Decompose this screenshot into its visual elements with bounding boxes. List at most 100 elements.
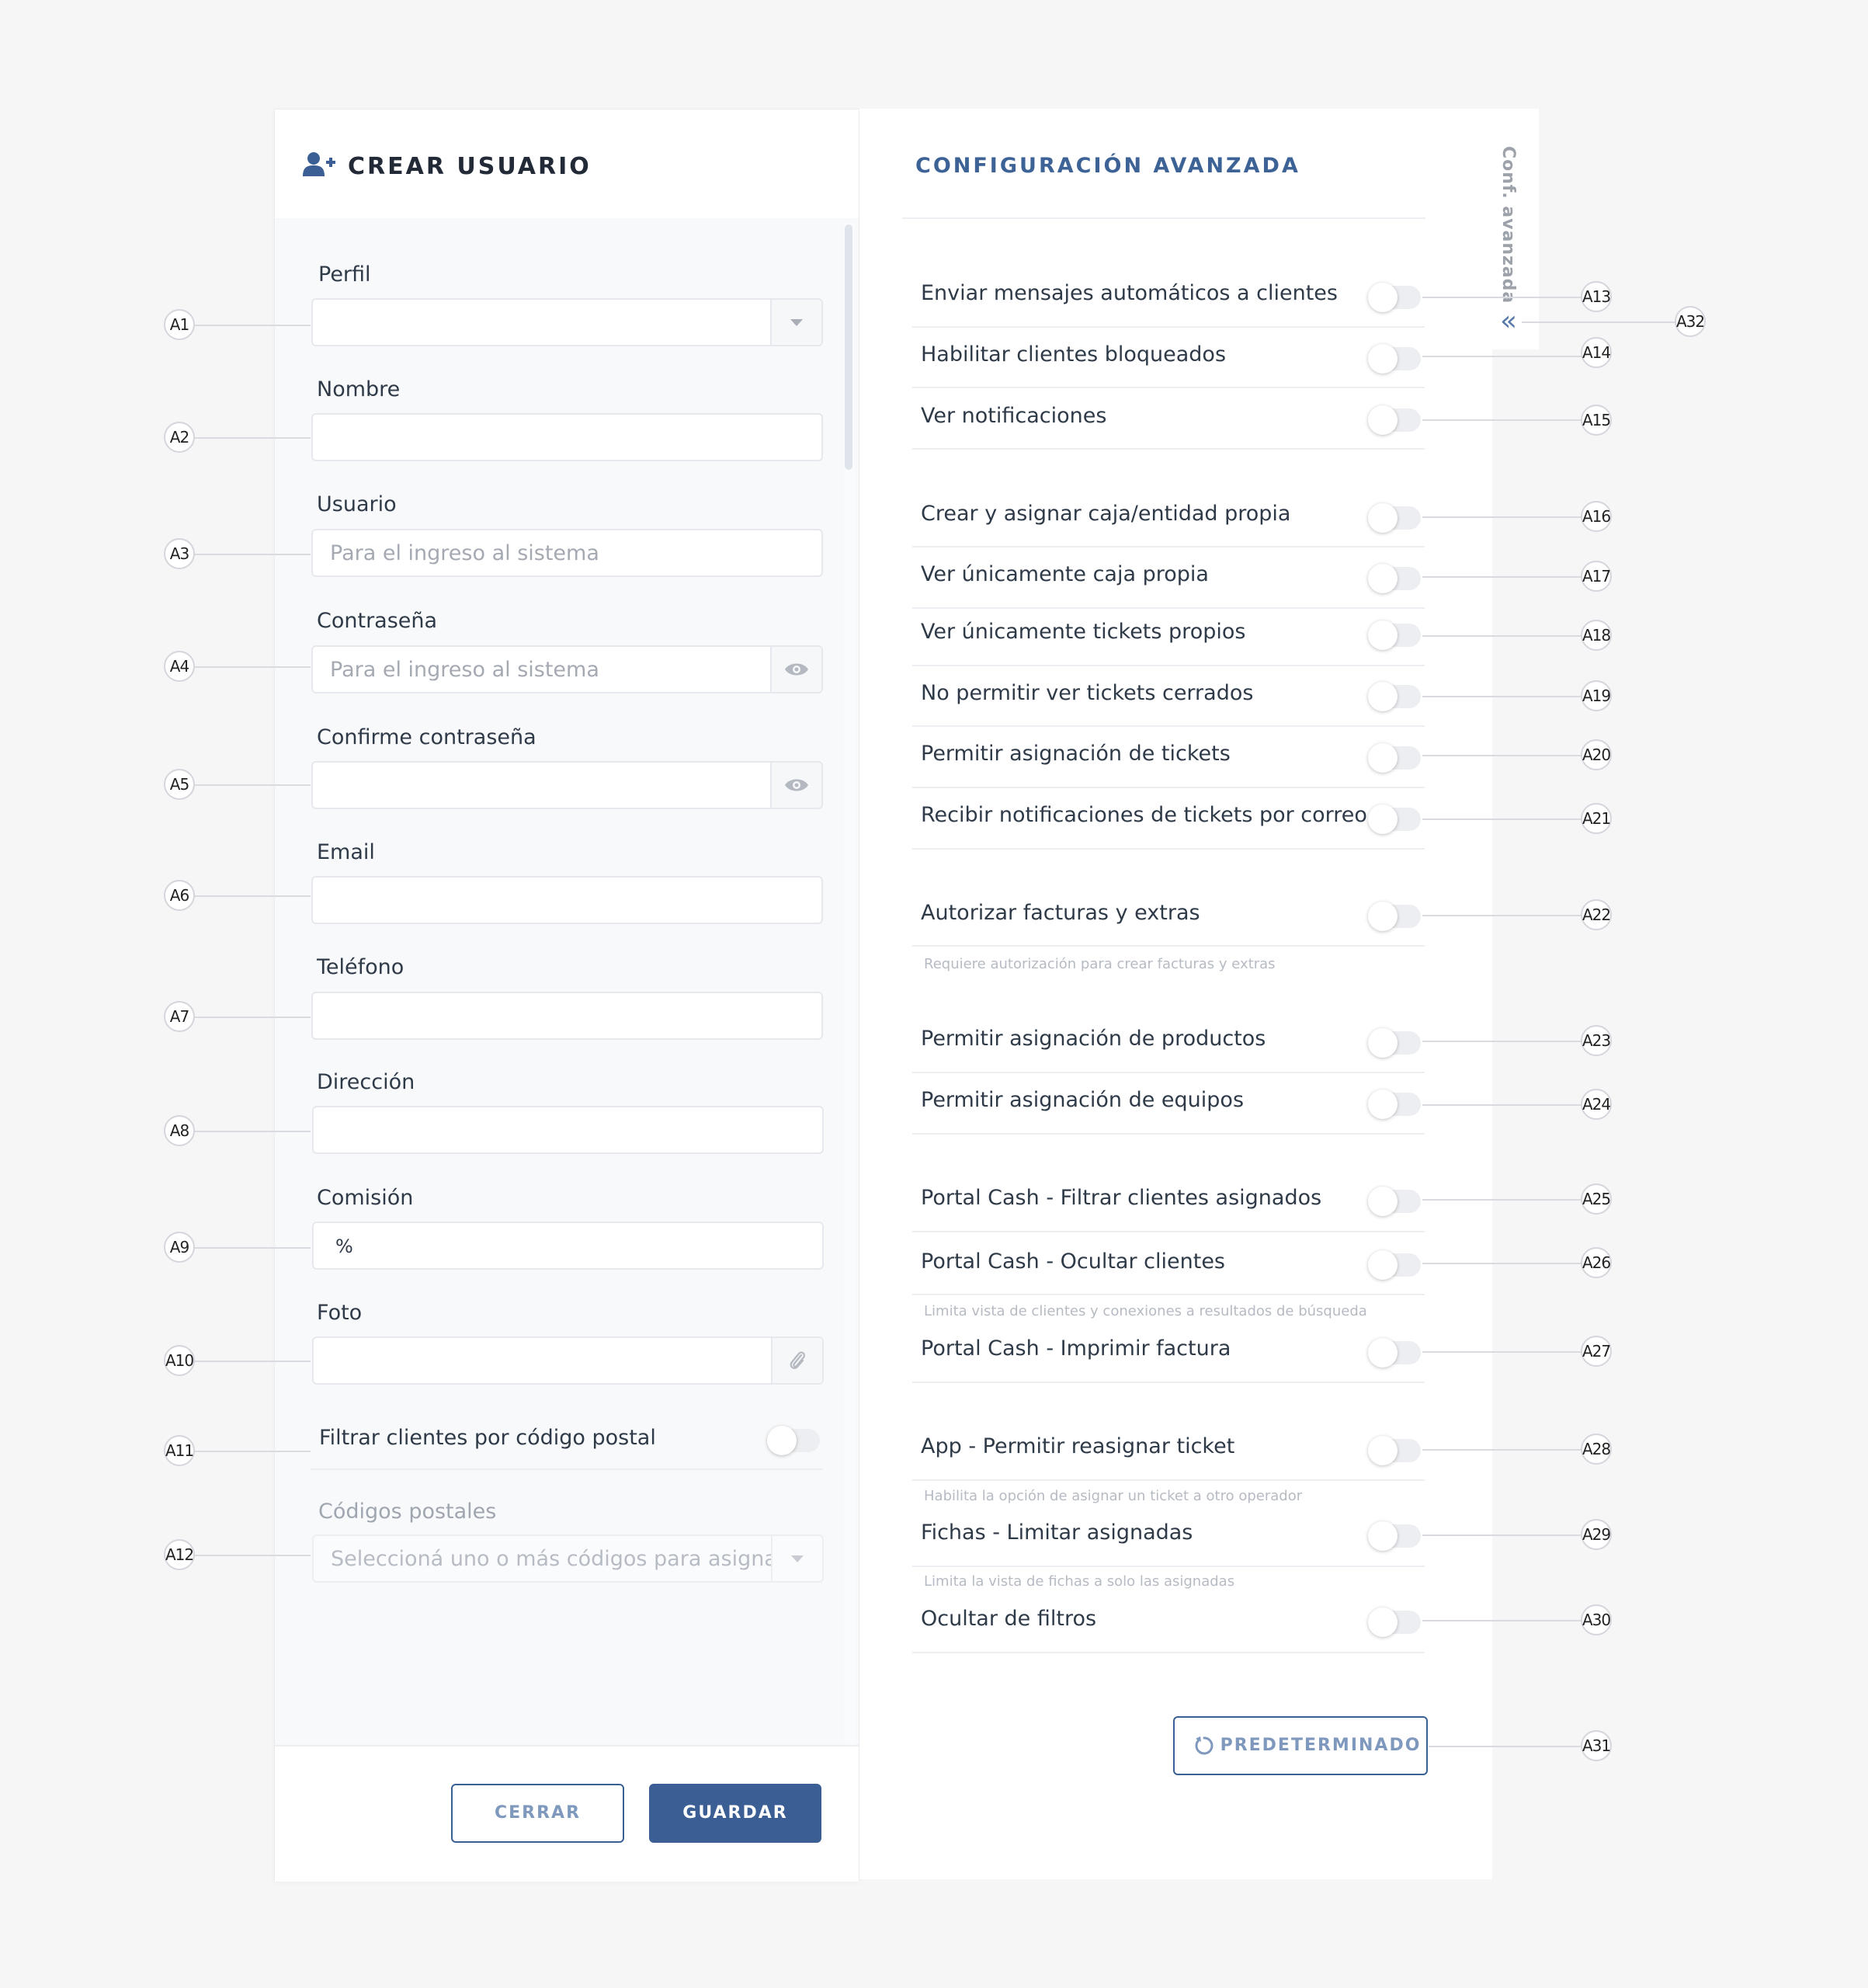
toggle-knob — [1368, 1090, 1398, 1119]
chevron-down-icon — [790, 319, 803, 326]
option-toggle[interactable] — [1368, 1187, 1421, 1216]
usuario-label: Usuario — [317, 492, 397, 516]
comision-input[interactable]: % — [312, 1222, 824, 1270]
confirme-input[interactable] — [311, 761, 823, 809]
advanced-config-tab-label[interactable]: Conf. avanzada — [1498, 146, 1518, 304]
option-label: No permitir ver tickets cerrados — [921, 681, 1254, 705]
option-toggle[interactable] — [1368, 805, 1421, 834]
scrollbar-thumb[interactable] — [845, 224, 852, 470]
callout-line — [194, 437, 311, 439]
callout-badge: A19 — [1581, 680, 1612, 711]
callout-line — [194, 1247, 311, 1249]
option-label: Portal Cash - Ocultar clientes — [921, 1249, 1226, 1274]
option-toggle[interactable] — [1368, 344, 1421, 374]
codigos-label: Códigos postales — [318, 1500, 497, 1524]
eye-icon — [785, 779, 808, 791]
toggle-knob — [1368, 283, 1398, 312]
callout-line — [1422, 1104, 1582, 1106]
option-help-text: Requiere autorización para crear factura… — [924, 956, 1276, 972]
usuario-input[interactable]: Para el ingreso al sistema — [311, 529, 823, 577]
divider — [912, 1133, 1425, 1135]
callout-badge: A9 — [164, 1232, 195, 1263]
toggle-knob — [1368, 682, 1398, 711]
toggle-knob — [1368, 1521, 1398, 1551]
callout-badge: A28 — [1581, 1434, 1612, 1465]
callout-badge: A4 — [164, 651, 195, 682]
email-input[interactable] — [311, 876, 823, 924]
contrasena-input[interactable]: Para el ingreso al sistema — [311, 645, 823, 693]
cerrar-button[interactable]: CERRAR — [451, 1784, 624, 1843]
option-toggle[interactable] — [1368, 1090, 1421, 1119]
nombre-label: Nombre — [317, 377, 401, 401]
collapse-chevrons-icon[interactable]: « — [1500, 308, 1517, 335]
divider — [912, 945, 1425, 947]
option-toggle[interactable] — [1368, 564, 1421, 593]
toggle-knob — [1368, 564, 1398, 593]
user-plus-icon — [303, 152, 335, 176]
direccion-input[interactable] — [312, 1106, 824, 1154]
show-password-button[interactable] — [770, 647, 821, 692]
divider — [912, 1382, 1425, 1383]
divider — [912, 1072, 1425, 1073]
callout-line — [1422, 1263, 1582, 1264]
foto-input[interactable] — [312, 1336, 824, 1385]
guardar-button[interactable]: GUARDAR — [649, 1784, 821, 1843]
codigos-dropdown-toggle[interactable] — [771, 1536, 822, 1581]
option-label: Permitir asignación de productos — [921, 1027, 1266, 1051]
callout-badge: A30 — [1581, 1604, 1612, 1635]
option-toggle[interactable] — [1368, 743, 1421, 773]
email-label: Email — [317, 840, 375, 864]
callout-badge: A8 — [164, 1115, 195, 1146]
callout-line — [194, 895, 311, 897]
codigos-select[interactable]: Seleccioná uno o más códigos para asigna… — [312, 1534, 824, 1583]
option-toggle[interactable] — [1368, 1338, 1421, 1368]
callout-badge: A23 — [1581, 1025, 1612, 1056]
telefono-input[interactable] — [311, 992, 823, 1040]
divider — [912, 387, 1425, 388]
option-toggle[interactable] — [1368, 620, 1421, 650]
callout-line — [1422, 1351, 1582, 1353]
option-label: App - Permitir reasignar ticket — [921, 1434, 1235, 1458]
option-toggle[interactable] — [1368, 1607, 1421, 1637]
nombre-input[interactable] — [311, 413, 823, 461]
callout-line — [194, 1131, 311, 1132]
callout-badge: A20 — [1581, 739, 1612, 770]
callout-line — [1422, 419, 1582, 421]
perfil-select[interactable] — [311, 298, 823, 346]
callout-badge: A16 — [1581, 501, 1612, 532]
option-toggle[interactable] — [1368, 283, 1421, 312]
callout-line — [1422, 1041, 1582, 1042]
option-toggle[interactable] — [1368, 1028, 1421, 1058]
option-toggle[interactable] — [1368, 503, 1421, 533]
option-toggle[interactable] — [1368, 682, 1421, 711]
callout-line — [1422, 1620, 1582, 1621]
option-toggle[interactable] — [1368, 1250, 1421, 1280]
option-toggle[interactable] — [1368, 405, 1421, 435]
modal-title: CREAR USUARIO — [348, 153, 592, 180]
comision-value: % — [335, 1236, 353, 1257]
divider — [912, 848, 1425, 850]
callout-badge: A7 — [164, 1001, 195, 1032]
toggle-knob — [1368, 1028, 1398, 1058]
callout-line — [1422, 696, 1582, 697]
toggle-knob — [1368, 805, 1398, 834]
filtrar-cp-label: Filtrar clientes por código postal — [319, 1426, 656, 1450]
callout-line — [1422, 1449, 1582, 1451]
option-toggle[interactable] — [1368, 902, 1421, 931]
show-confirm-password-button[interactable] — [770, 763, 821, 808]
option-label: Portal Cash - Imprimir factura — [921, 1336, 1231, 1361]
divider — [912, 326, 1425, 328]
attach-file-button[interactable] — [771, 1338, 822, 1383]
codigos-placeholder: Seleccioná uno o más códigos para asigna… — [331, 1547, 786, 1571]
callout-badge: A6 — [164, 880, 195, 911]
option-toggle[interactable] — [1368, 1521, 1421, 1551]
callout-badge: A27 — [1581, 1336, 1612, 1367]
perfil-dropdown-toggle[interactable] — [770, 300, 821, 345]
filtrar-cp-toggle[interactable] — [767, 1426, 820, 1455]
perfil-label: Perfil — [318, 262, 371, 287]
option-toggle[interactable] — [1368, 1436, 1421, 1465]
option-label: Ver únicamente caja propia — [921, 562, 1209, 586]
chevron-down-icon — [791, 1555, 804, 1562]
option-help-text: Limita vista de clientes y conexiones a … — [924, 1303, 1367, 1319]
predeterminado-button[interactable]: PREDETERMINADO — [1173, 1716, 1428, 1775]
